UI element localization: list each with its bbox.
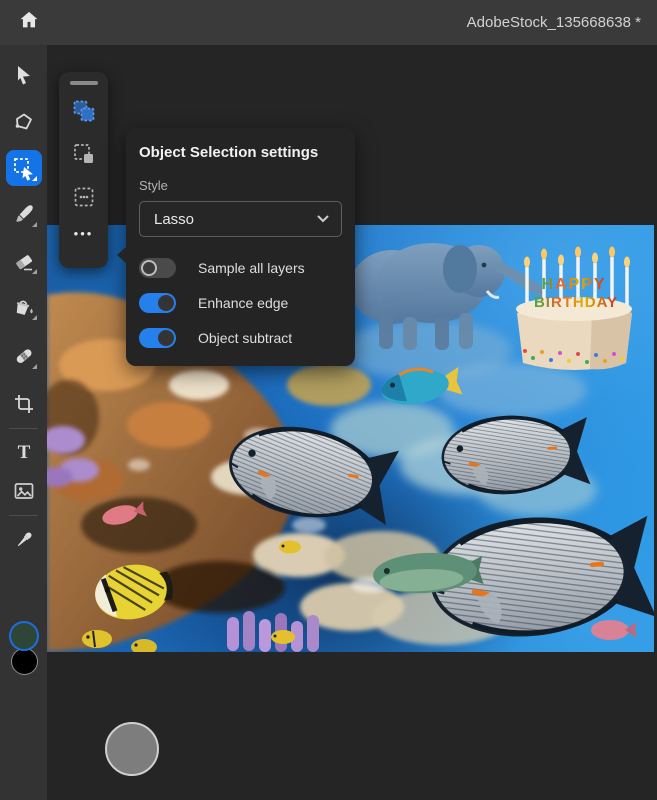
toolbar-divider — [9, 428, 38, 429]
svg-text:T: T — [18, 442, 31, 463]
cake-text-birthday: BIRTHDAY — [534, 294, 618, 311]
flyout-item-object-selection[interactable] — [67, 94, 101, 128]
object-selection-settings-popup: Object Selection settings Style Lasso Sa… — [126, 128, 355, 366]
flyout-drag-handle[interactable] — [70, 81, 98, 85]
cake-text-happy: HAPPY — [541, 276, 606, 293]
toggle-label: Enhance edge — [198, 295, 288, 311]
brush-size-cursor — [105, 722, 159, 776]
toggle-row-sample-all-layers: Sample all layers — [139, 258, 342, 278]
eraser-tool[interactable] — [6, 243, 42, 279]
magic-wand-icon — [72, 185, 96, 209]
flyout-indicator — [32, 222, 37, 227]
style-dropdown[interactable]: Lasso — [139, 201, 342, 237]
image-icon — [12, 479, 36, 503]
toggle-row-object-subtract: Object subtract — [139, 328, 342, 348]
style-dropdown-value: Lasso — [154, 211, 194, 228]
crop-icon — [12, 392, 36, 416]
eyedropper-tool[interactable] — [6, 522, 42, 558]
background-color-swatch[interactable] — [11, 648, 38, 675]
eyedropper-icon — [12, 528, 36, 552]
home-button[interactable] — [16, 10, 42, 36]
app-header: AdobeStock_135668638 * — [0, 0, 657, 45]
flyout-more-button[interactable]: ••• — [74, 222, 94, 244]
flyout-item-quick-selection[interactable] — [67, 137, 101, 171]
object-selection-icon — [72, 99, 96, 123]
object-selection-tool[interactable] — [6, 150, 42, 186]
toggle-label: Sample all layers — [198, 260, 305, 276]
place-image-tool[interactable] — [6, 473, 42, 509]
document-title: AdobeStock_135668638 * — [467, 14, 641, 31]
lasso-icon — [12, 110, 36, 134]
quick-selection-icon — [72, 142, 96, 166]
move-arrow-icon — [12, 63, 36, 87]
type-tool[interactable]: T — [6, 434, 42, 470]
sample-all-layers-toggle[interactable] — [139, 258, 176, 278]
lasso-tool[interactable] — [6, 104, 42, 140]
crop-tool[interactable] — [6, 386, 42, 422]
object-subtract-toggle[interactable] — [139, 328, 176, 348]
flyout-indicator — [32, 269, 37, 274]
flyout-indicator — [32, 315, 37, 320]
style-label: Style — [139, 178, 342, 193]
toggle-row-enhance-edge: Enhance edge — [139, 293, 342, 313]
flyout-item-magic-wand[interactable] — [67, 180, 101, 214]
healing-tool[interactable] — [6, 338, 42, 374]
move-tool[interactable] — [6, 57, 42, 93]
toolbar-divider — [9, 515, 38, 516]
home-icon — [18, 9, 40, 36]
foreground-color-swatch[interactable] — [9, 621, 39, 651]
chevron-down-icon — [317, 210, 329, 228]
flyout-indicator — [32, 176, 37, 181]
flyout-indicator — [32, 364, 37, 369]
brush-tool[interactable] — [6, 196, 42, 232]
toolbar: T — [0, 45, 47, 800]
toggle-label: Object subtract — [198, 330, 292, 346]
fill-tool[interactable] — [6, 289, 42, 325]
type-icon: T — [12, 440, 36, 464]
enhance-edge-toggle[interactable] — [139, 293, 176, 313]
popup-title: Object Selection settings — [139, 144, 342, 161]
selection-tool-flyout: ••• — [59, 72, 108, 268]
